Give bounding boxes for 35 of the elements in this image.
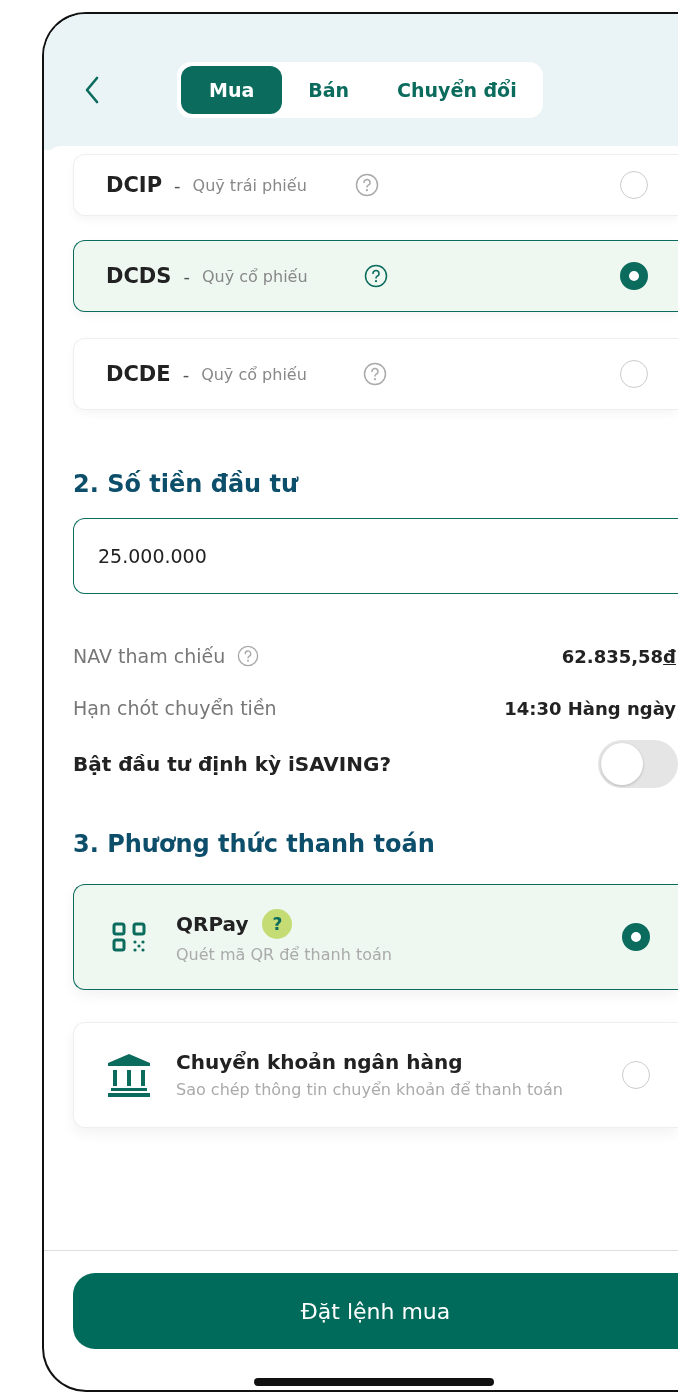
back-icon[interactable] — [84, 76, 100, 104]
tab[interactable]: Chuyển đổi — [375, 66, 539, 114]
fund-code: DCDE — [106, 362, 171, 386]
payment-title: QRPay — [176, 911, 249, 936]
fund-code: DCIP — [106, 173, 163, 197]
info-value: 14:30 Hàng ngày — [504, 697, 676, 719]
info-value: 62.835,58đ — [561, 645, 676, 667]
radio-button[interactable] — [620, 262, 648, 290]
payment-option[interactable]: QRPay ? Quét mã QR để thanh toán — [73, 884, 678, 990]
fund-type: Quỹ cổ phiếu — [201, 364, 308, 384]
fund-type: Quỹ trái phiếu — [192, 175, 308, 195]
payment-title: Chuyển khoản ngân hàng — [176, 1049, 463, 1074]
separator: - — [182, 363, 190, 385]
payment-option[interactable]: Chuyển khoản ngân hàng Sao chép thông tin chuyển khoản để thanh toán — [73, 1022, 678, 1128]
info-label: NAV tham chiếu — [73, 645, 226, 667]
tab[interactable]: Bán — [286, 66, 372, 114]
amount-field[interactable]: 25.000.000 — [73, 518, 678, 594]
section-title: 2. Số tiền đầu tư — [73, 470, 300, 498]
section-title: 3. Phương thức thanh toán — [73, 830, 436, 858]
toggle-label: Bật đầu tư định kỳ iSAVING? — [73, 752, 391, 776]
separator: - — [183, 265, 190, 287]
fund-type: Quỹ cổ phiếu — [201, 266, 309, 286]
help-badge[interactable]: ? — [262, 908, 293, 939]
place-order-button[interactable]: Đặt lệnh mua — [73, 1273, 678, 1349]
payment-description: Quét mã QR để thanh toán — [176, 944, 392, 966]
fund-code: DCDS — [106, 264, 172, 288]
tab[interactable]: Mua — [181, 66, 283, 114]
radio-button[interactable] — [622, 923, 650, 951]
toggle-switch[interactable] — [598, 740, 678, 788]
info-label: Hạn chót chuyển tiền — [73, 697, 277, 719]
fund-option[interactable]: DCDS - Quỹ cổ phiếu — [73, 240, 678, 312]
separator: - — [174, 174, 181, 196]
payment-description: Sao chép thông tin chuyển khoản để thanh toán — [176, 1079, 563, 1101]
help-icon[interactable] — [363, 264, 388, 288]
bank-icon — [106, 1052, 152, 1098]
